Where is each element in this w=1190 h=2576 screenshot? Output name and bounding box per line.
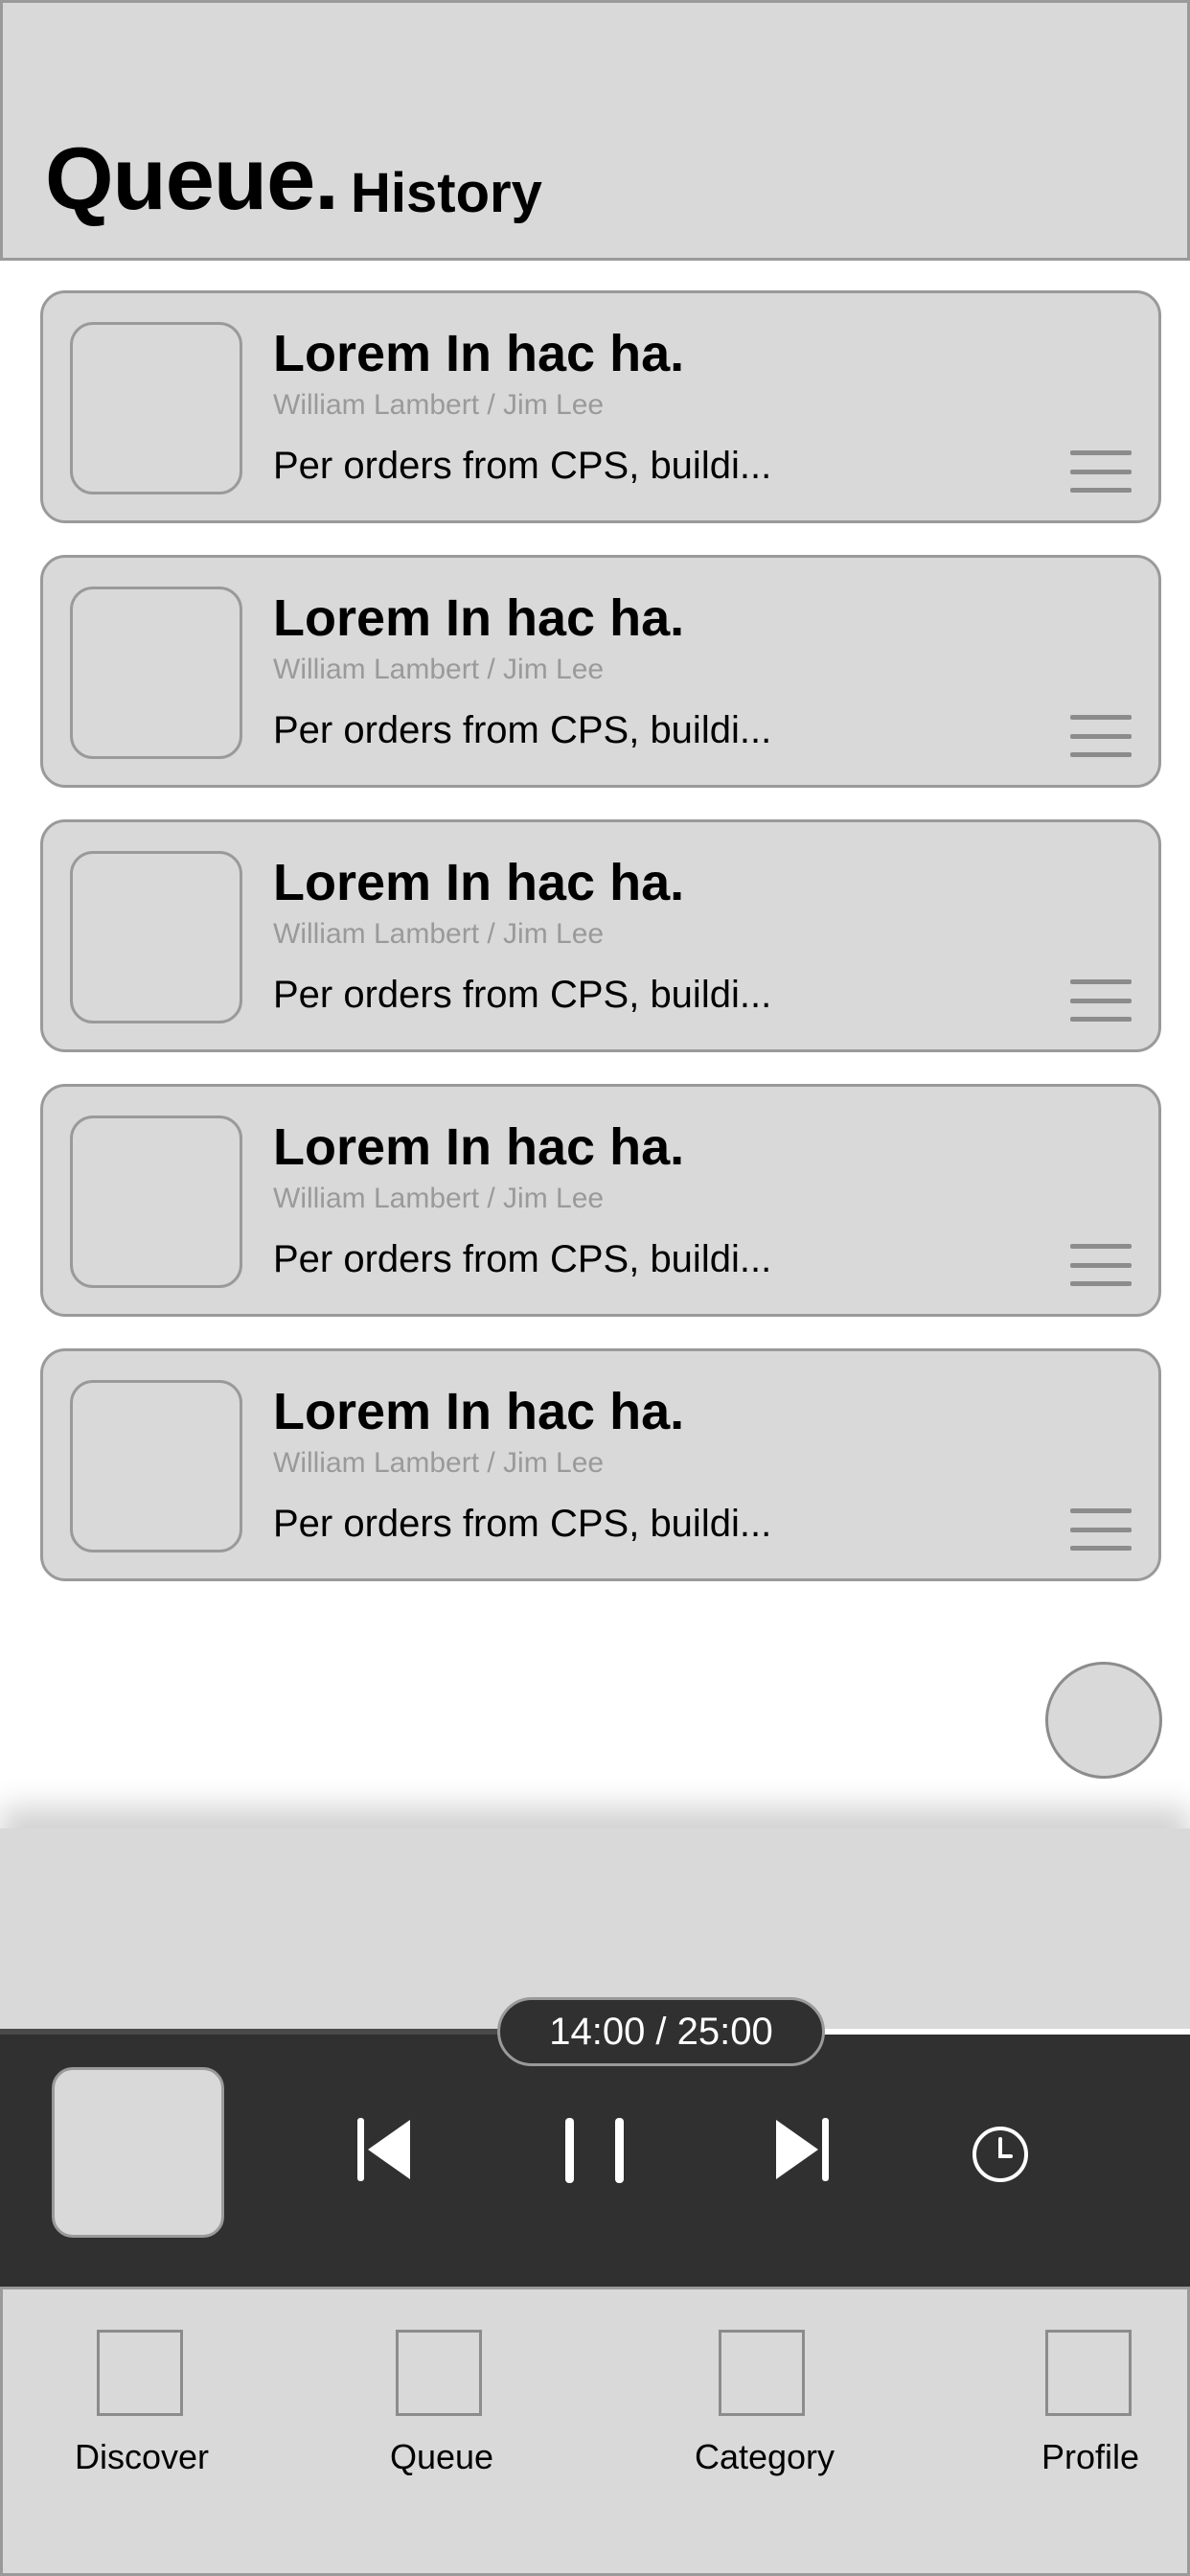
item-author: William Lambert / Jim Lee — [273, 1183, 605, 1214]
queue-item[interactable]: Lorem In hac ha. William Lambert / Jim L… — [40, 819, 1161, 1052]
header: Queue. History — [0, 0, 1190, 261]
item-title: Lorem In hac ha. — [273, 1118, 685, 1176]
playback-time: 14:00 / 25:00 — [497, 1997, 825, 2066]
nav-label: Queue — [389, 2437, 494, 2476]
queue-item[interactable]: Lorem In hac ha. William Lambert / Jim L… — [40, 290, 1161, 523]
now-playing-thumbnail[interactable] — [52, 2067, 224, 2238]
nav-label: Category — [694, 2437, 835, 2476]
item-author: William Lambert / Jim Lee — [273, 1447, 605, 1479]
queue-item[interactable]: Lorem In hac ha. William Lambert / Jim L… — [40, 1348, 1161, 1581]
profile-icon — [1045, 2330, 1132, 2416]
queue-item[interactable]: Lorem In hac ha. William Lambert / Jim L… — [40, 555, 1161, 788]
item-title: Lorem In hac ha. — [273, 1383, 685, 1440]
tab-history[interactable]: History — [351, 166, 542, 221]
drag-handle-icon[interactable] — [1070, 450, 1132, 493]
drag-handle-icon[interactable] — [1070, 1508, 1132, 1551]
item-description: Per orders from CPS, buildi... — [273, 1503, 772, 1545]
skip-next-icon[interactable] — [772, 2116, 832, 2183]
nav-label: Profile — [1041, 2437, 1140, 2476]
item-description: Per orders from CPS, buildi... — [273, 974, 772, 1016]
bottom-nav: Discover Queue Category Profile — [0, 2287, 1190, 2576]
item-thumbnail — [70, 586, 242, 759]
drag-handle-icon[interactable] — [1070, 715, 1132, 757]
skip-previous-icon[interactable] — [355, 2116, 414, 2183]
queue-list: Lorem In hac ha. William Lambert / Jim L… — [40, 290, 1161, 1613]
queue-item[interactable]: Lorem In hac ha. William Lambert / Jim L… — [40, 1084, 1161, 1317]
item-description: Per orders from CPS, buildi... — [273, 445, 772, 487]
drag-handle-icon[interactable] — [1070, 979, 1132, 1022]
item-thumbnail — [70, 1116, 242, 1288]
queue-icon — [396, 2330, 482, 2416]
item-thumbnail — [70, 851, 242, 1024]
page-title: Queue. — [45, 130, 339, 228]
nav-item-queue[interactable]: Queue — [300, 2289, 587, 2576]
item-title: Lorem In hac ha. — [273, 854, 685, 911]
item-description: Per orders from CPS, buildi... — [273, 1238, 772, 1280]
discover-icon — [97, 2330, 183, 2416]
nav-item-profile[interactable]: Profile — [942, 2289, 1190, 2576]
item-author: William Lambert / Jim Lee — [273, 654, 605, 685]
nav-item-discover[interactable]: Discover — [3, 2289, 281, 2576]
category-icon — [719, 2330, 805, 2416]
item-title: Lorem In hac ha. — [273, 325, 685, 382]
item-thumbnail — [70, 1380, 242, 1552]
item-title: Lorem In hac ha. — [273, 589, 685, 647]
item-description: Per orders from CPS, buildi... — [273, 709, 772, 751]
item-thumbnail — [70, 322, 242, 494]
nav-label: Discover — [74, 2437, 210, 2476]
drag-handle-icon[interactable] — [1070, 1244, 1132, 1286]
clock-icon[interactable] — [971, 2125, 1030, 2184]
pause-icon[interactable] — [561, 2116, 629, 2185]
floating-action-button[interactable] — [1045, 1662, 1162, 1779]
item-author: William Lambert / Jim Lee — [273, 389, 605, 421]
nav-item-category[interactable]: Category — [616, 2289, 904, 2576]
item-author: William Lambert / Jim Lee — [273, 918, 605, 950]
